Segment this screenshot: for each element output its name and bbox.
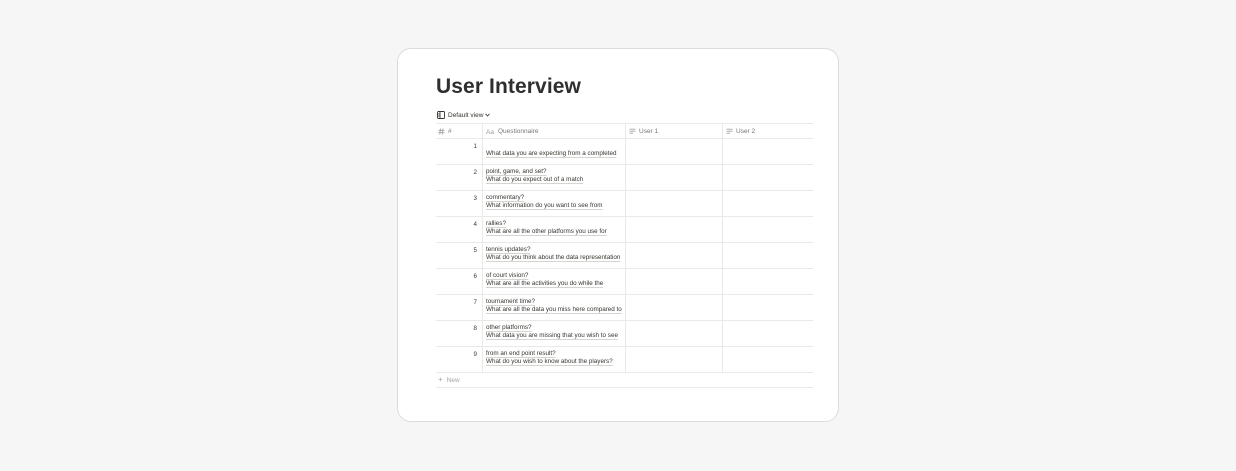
user-2-cell[interactable] xyxy=(723,191,813,216)
row-number: 5 xyxy=(436,243,483,268)
row-number: 6 xyxy=(436,269,483,294)
column-label: Questionnaire xyxy=(498,127,539,135)
user-2-cell[interactable] xyxy=(723,269,813,294)
questionnaire-cell[interactable]: What data you are missing that you wish … xyxy=(483,321,626,357)
table-view-icon xyxy=(437,111,445,119)
table-row[interactable]: 3 What information do you want to see fr… xyxy=(436,191,813,227)
row-number: 1 xyxy=(436,139,483,164)
row-number: 8 xyxy=(436,321,483,346)
table-row[interactable]: 5 What do you think about the data repre… xyxy=(436,243,813,279)
user-2-cell[interactable] xyxy=(723,165,813,190)
column-header-questionnaire[interactable]: Aa Questionnaire xyxy=(483,124,626,138)
user-1-cell[interactable] xyxy=(626,321,723,346)
column-header-user-1[interactable]: User 1 xyxy=(626,124,723,138)
questionnaire-cell[interactable]: What do you think about the data represe… xyxy=(483,243,626,279)
user-1-cell[interactable] xyxy=(626,217,723,242)
text-property-icon xyxy=(629,128,639,135)
questionnaire-cell[interactable]: What are all the other platforms you use… xyxy=(483,217,626,253)
row-number: 9 xyxy=(436,347,483,372)
table-row[interactable]: 6 What are all the activities you do whi… xyxy=(436,269,813,305)
question-text[interactable]: What do you wish to know about the playe… xyxy=(486,358,613,365)
table-row[interactable]: 4 What are all the other platforms you u… xyxy=(436,217,813,253)
text-property-icon xyxy=(726,128,736,135)
user-1-cell[interactable] xyxy=(626,139,723,164)
page-title: User Interview xyxy=(436,75,581,98)
user-2-cell[interactable] xyxy=(723,347,813,372)
table-row[interactable]: 1 What data you are expecting from a com… xyxy=(436,139,813,175)
user-1-cell[interactable] xyxy=(626,243,723,268)
column-label: User 2 xyxy=(736,127,756,135)
questionnaire-cell[interactable]: What do you wish to know about the playe… xyxy=(483,347,626,372)
user-2-cell[interactable] xyxy=(723,243,813,268)
new-row-button[interactable]: + New xyxy=(436,373,813,388)
questionnaire-cell[interactable]: What are all the data you miss here comp… xyxy=(483,295,626,331)
table-header: # Aa Questionnaire User 1 User 2 xyxy=(436,123,813,139)
chevron-down-icon xyxy=(485,113,491,117)
questionnaire-cell[interactable]: What data you are expecting from a compl… xyxy=(483,139,626,175)
user-1-cell[interactable] xyxy=(626,269,723,294)
table-row[interactable]: 7 What are all the data you miss here co… xyxy=(436,295,813,331)
questionnaire-cell[interactable]: What do you expect out of a match commen… xyxy=(483,165,626,201)
svg-text:Aa: Aa xyxy=(486,129,494,135)
questionnaire-cell[interactable]: What are all the activities you do while… xyxy=(483,269,626,305)
column-header-user-2[interactable]: User 2 xyxy=(723,124,813,138)
user-1-cell[interactable] xyxy=(626,191,723,216)
plus-icon: + xyxy=(438,375,443,384)
row-number: 3 xyxy=(436,191,483,216)
view-label: Default view xyxy=(448,111,484,119)
row-number: 2 xyxy=(436,165,483,190)
user-1-cell[interactable] xyxy=(626,347,723,372)
row-number: 7 xyxy=(436,295,483,320)
column-header-number[interactable]: # xyxy=(436,124,483,138)
user-1-cell[interactable] xyxy=(626,165,723,190)
default-view-tab[interactable]: Default view xyxy=(437,109,491,121)
table-row[interactable]: 8 What data you are missing that you wis… xyxy=(436,321,813,357)
database-page-card: User Interview Default view # Aa Questio… xyxy=(397,48,839,422)
number-icon xyxy=(438,127,448,135)
user-1-cell[interactable] xyxy=(626,295,723,320)
user-2-cell[interactable] xyxy=(723,139,813,164)
user-2-cell[interactable] xyxy=(723,295,813,320)
new-row-label: New xyxy=(446,376,460,384)
column-label: User 1 xyxy=(639,127,659,135)
row-number: 4 xyxy=(436,217,483,242)
user-2-cell[interactable] xyxy=(723,217,813,242)
database-table: # Aa Questionnaire User 1 User 2 1 What … xyxy=(436,123,813,388)
column-label: # xyxy=(448,127,452,135)
table-row[interactable]: 9 What do you wish to know about the pla… xyxy=(436,347,813,373)
user-2-cell[interactable] xyxy=(723,321,813,346)
questionnaire-cell[interactable]: What information do you want to see from… xyxy=(483,191,626,227)
table-row[interactable]: 2 What do you expect out of a match comm… xyxy=(436,165,813,201)
title-icon: Aa xyxy=(486,128,498,135)
